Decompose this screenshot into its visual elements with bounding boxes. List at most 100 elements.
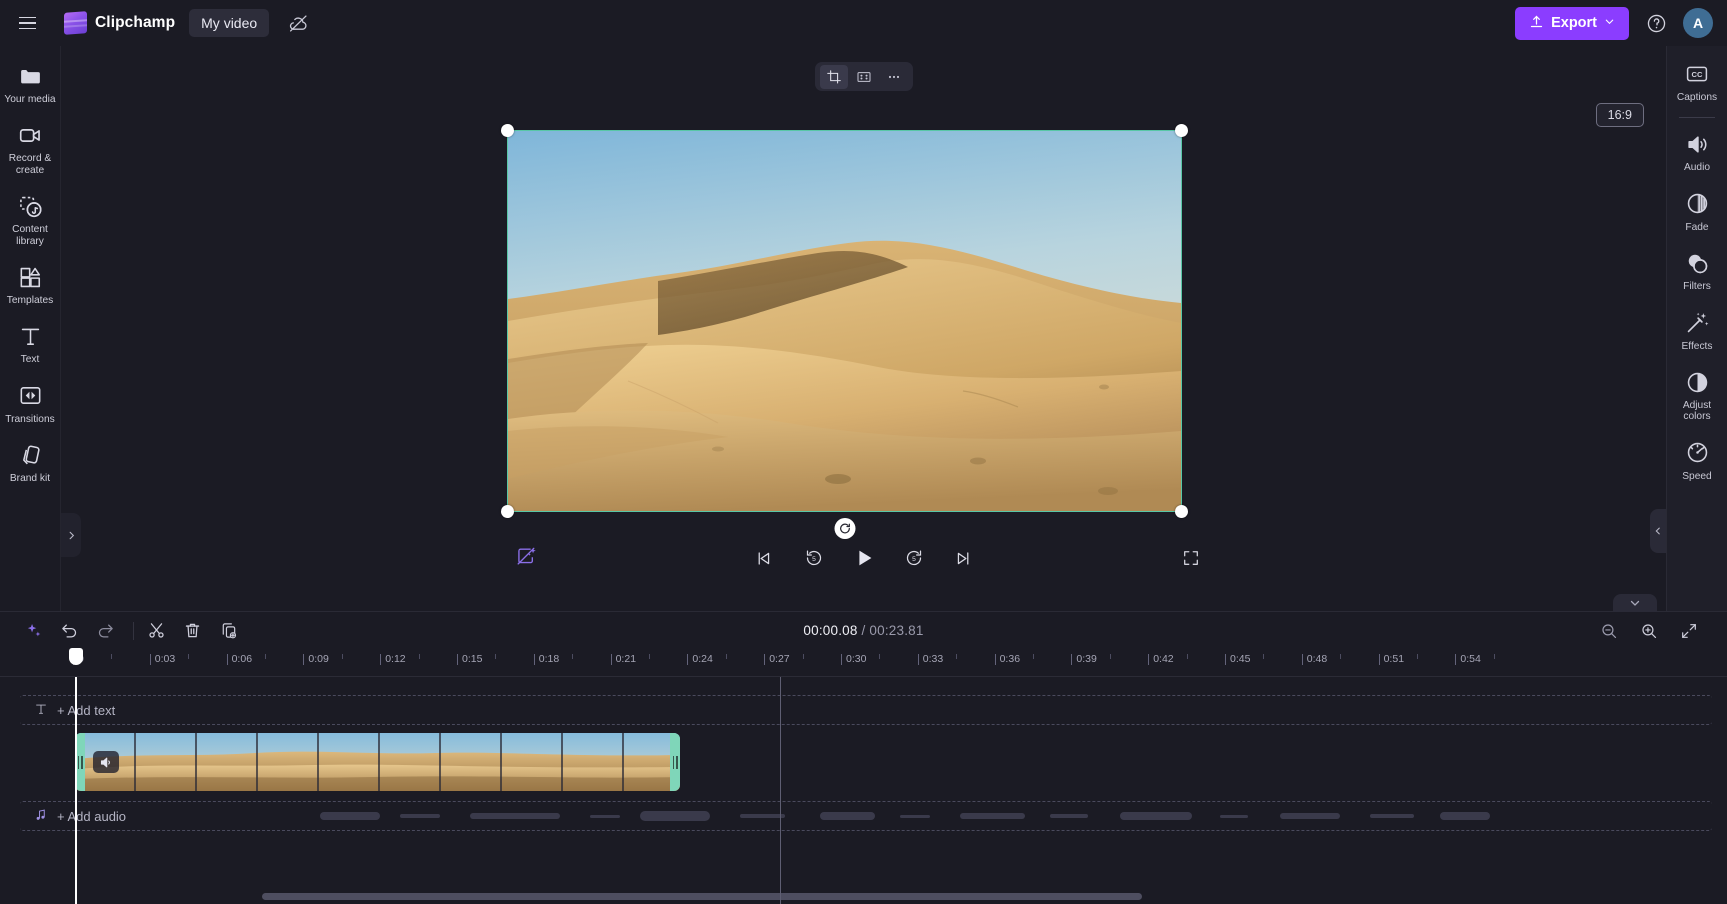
clip-trim-handle-right[interactable]: [670, 733, 680, 791]
text-track: + Add text: [20, 695, 1712, 725]
preview-area: 16:9 5 5: [61, 46, 1666, 611]
sidebar-item-your-media[interactable]: Your media: [2, 56, 59, 111]
sidebar-item-label: Text: [20, 354, 40, 366]
right-item-effects[interactable]: Effects: [1669, 303, 1726, 358]
cloud-offline-icon[interactable]: [283, 8, 313, 38]
sidebar-item-label: Your media: [4, 94, 56, 105]
sidebar-item-label: Record & create: [8, 153, 52, 176]
timeline-scrollbar-thumb[interactable]: [262, 893, 1142, 900]
rewind-5-icon[interactable]: 5: [799, 543, 829, 573]
ruler-tick: 0:45: [1224, 653, 1251, 665]
right-sidebar-collapse-button[interactable]: [1650, 509, 1666, 553]
timeline-toolbar: 00:00.08 / 00:23.81: [0, 612, 1727, 649]
speaker-volume-icon: [1684, 131, 1710, 157]
sidebar-item-templates[interactable]: Templates: [2, 257, 59, 312]
project-name-input[interactable]: My video: [189, 9, 270, 37]
hamburger-menu-icon[interactable]: [10, 6, 44, 40]
right-item-filters[interactable]: Filters: [1669, 243, 1726, 298]
rotate-icon[interactable]: [834, 518, 855, 539]
content-library-icon: [17, 193, 43, 219]
aspect-ratio-button[interactable]: 16:9: [1595, 103, 1644, 127]
fade-circle-icon: [1684, 191, 1710, 217]
ruler-tick: 0:21: [610, 653, 637, 665]
svg-text:5: 5: [812, 556, 816, 563]
ruler-tick: 0:33: [917, 653, 944, 665]
resize-handle-bottom-left[interactable]: [501, 505, 514, 518]
right-item-adjust-colors[interactable]: Adjust colors: [1669, 362, 1726, 429]
brand-kit-icon: [17, 442, 43, 468]
brand: Clipchamp: [64, 11, 175, 35]
video-camera-icon: [17, 122, 43, 148]
upload-icon: [1529, 14, 1544, 33]
play-icon[interactable]: [849, 543, 879, 573]
ruler-tick: 0:39: [1071, 653, 1097, 665]
sidebar-item-brand-kit[interactable]: Brand kit: [2, 435, 59, 490]
right-item-label: Filters: [1683, 281, 1711, 293]
add-text-track-button[interactable]: + Add text: [20, 695, 1712, 725]
video-preview-frame[interactable]: [501, 124, 1188, 539]
timeline-collapse-button[interactable]: [1613, 594, 1657, 612]
right-item-label: Effects: [1681, 340, 1713, 352]
avatar[interactable]: A: [1683, 8, 1713, 38]
resize-handle-top-right[interactable]: [1175, 124, 1188, 137]
ruler-tick: 0:06: [226, 653, 253, 665]
video-track: [0, 733, 1727, 791]
audio-track: + Add audio: [20, 801, 1712, 831]
editor-body: Your media Record & create Content libra…: [0, 46, 1727, 611]
right-item-label: Speed: [1682, 470, 1712, 482]
right-item-fade[interactable]: Fade: [1669, 184, 1726, 239]
timeline-ruler[interactable]: 00:030:060:090:120:150:180:210:240:270:3…: [0, 649, 1727, 677]
clip-thumbnails: [75, 733, 680, 791]
skip-previous-icon[interactable]: [749, 543, 779, 573]
sidebar-item-label: Transitions: [5, 413, 55, 425]
duplicate-icon[interactable]: [213, 617, 244, 644]
preview-stage: [61, 46, 1666, 611]
fullscreen-icon[interactable]: [1176, 543, 1206, 573]
right-item-captions[interactable]: CC Captions: [1669, 54, 1726, 109]
forward-5-icon[interactable]: 5: [899, 543, 929, 573]
sidebar-item-record-create[interactable]: Record & create: [2, 115, 59, 182]
timeline-playhead[interactable]: [75, 677, 77, 904]
clip-trim-handle-left[interactable]: [75, 733, 85, 791]
right-item-audio[interactable]: Audio: [1669, 124, 1726, 179]
timeline-tracks: + Add text + Add audio: [0, 677, 1727, 904]
timeline-scrollbar[interactable]: [0, 893, 1727, 900]
fit-timeline-icon[interactable]: [1673, 617, 1704, 644]
split-scissors-icon[interactable]: [141, 617, 172, 644]
ruler-tick: 0:18: [533, 653, 560, 665]
sidebar-item-text[interactable]: Text: [2, 316, 59, 371]
add-audio-track-button[interactable]: + Add audio: [20, 801, 1712, 831]
ruler-tick: 0:48: [1301, 653, 1328, 665]
fit-to-frame-icon[interactable]: [850, 65, 878, 89]
music-note-icon: [34, 808, 48, 825]
ai-sparkle-icon[interactable]: [18, 617, 49, 644]
sidebar-item-content-library[interactable]: Content library: [2, 186, 59, 253]
table-row[interactable]: [75, 733, 680, 791]
trash-icon[interactable]: [177, 617, 208, 644]
add-text-label: + Add text: [57, 702, 116, 718]
undo-icon[interactable]: [54, 617, 85, 644]
crop-icon[interactable]: [819, 64, 848, 89]
right-item-label: Adjust colors: [1682, 400, 1712, 423]
clip-audio-icon[interactable]: [93, 751, 119, 773]
speedometer-icon: [1684, 440, 1710, 466]
sidebar-item-transitions[interactable]: Transitions: [2, 376, 59, 431]
right-item-speed[interactable]: Speed: [1669, 433, 1726, 488]
sidebar-item-label: Brand kit: [9, 473, 51, 485]
playback-controls: 5 5: [61, 538, 1666, 578]
resize-handle-bottom-right[interactable]: [1175, 505, 1188, 518]
transitions-icon: [17, 383, 43, 409]
redo-icon[interactable]: [90, 617, 121, 644]
left-sidebar-collapse-button[interactable]: [61, 513, 81, 557]
sidebar-item-label: Templates: [6, 295, 54, 307]
help-circle-icon[interactable]: [1639, 6, 1673, 40]
playhead-handle[interactable]: [68, 648, 83, 665]
more-options-icon[interactable]: [880, 65, 908, 89]
resize-handle-top-left[interactable]: [501, 124, 514, 137]
export-button[interactable]: Export: [1515, 6, 1629, 40]
clipchamp-logo-icon: [64, 11, 87, 35]
zoom-out-icon[interactable]: [1593, 617, 1624, 644]
skip-next-icon[interactable]: [949, 543, 979, 573]
zoom-in-icon[interactable]: [1633, 617, 1664, 644]
filters-overlap-icon: [1684, 250, 1710, 276]
